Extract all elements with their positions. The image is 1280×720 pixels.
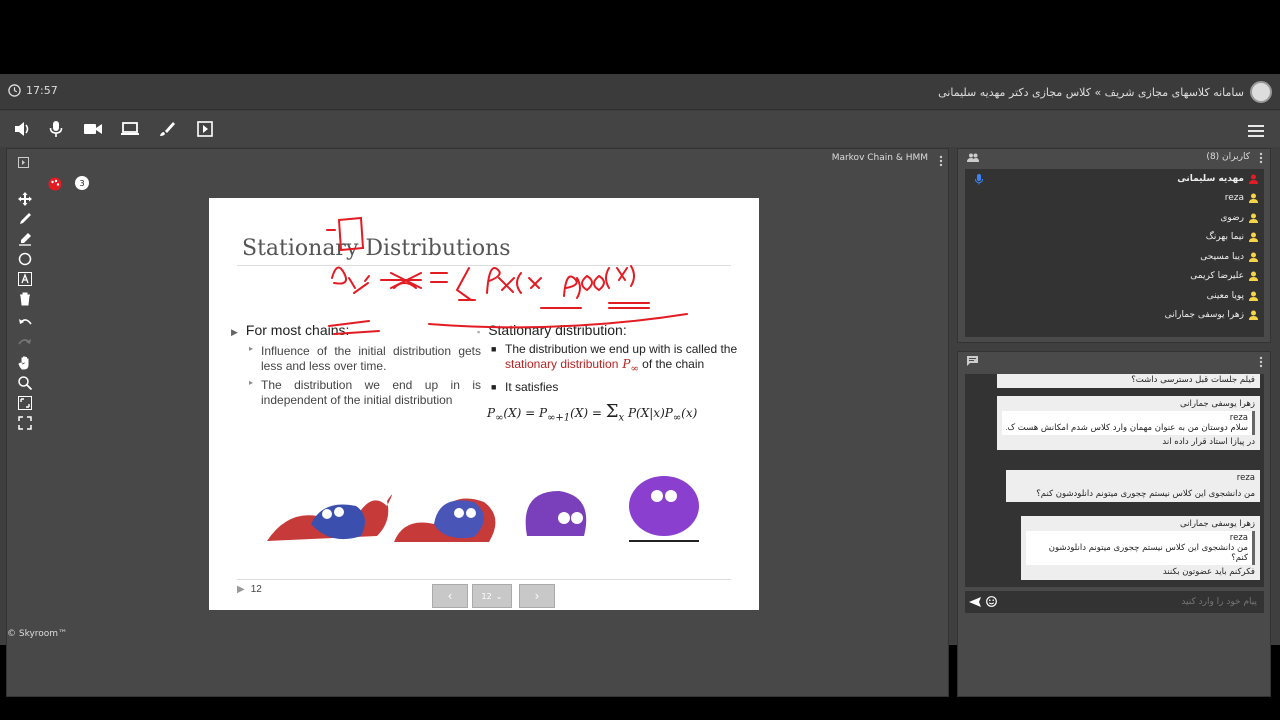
- chat-messages[interactable]: فیلم جلسات قبل دسترسی داشت؟ زهرا یوسفی ج…: [965, 374, 1264, 587]
- prev-slide-button[interactable]: ‹: [432, 584, 468, 608]
- main-toolbar: [0, 111, 1280, 147]
- breadcrumb[interactable]: سامانه کلاسهای مجازی شریف » کلاس مجازی د…: [938, 86, 1244, 99]
- drawing-tools: [15, 189, 35, 433]
- highlighter-icon[interactable]: [15, 229, 35, 249]
- slide-select[interactable]: 12 ⌄: [472, 584, 512, 608]
- chat-message: زهرا یوسفی جمارانی reza سلام دوستان من به…: [997, 396, 1260, 450]
- user-item[interactable]: reza: [965, 189, 1264, 209]
- text-tool-icon[interactable]: [15, 269, 35, 289]
- blob-illustration: [267, 476, 699, 542]
- right-bullets: ■ The distribution we end up with is call…: [477, 342, 752, 395]
- screen-share-icon[interactable]: [120, 119, 140, 139]
- user-icon: [1249, 271, 1258, 282]
- more-options-icon[interactable]: [1259, 356, 1263, 368]
- undo-icon[interactable]: [15, 313, 35, 333]
- user-icon: [1249, 232, 1258, 243]
- user-icon: [1249, 174, 1258, 184]
- left-bullet: ▸ The distribution we end up in is indepe…: [249, 378, 481, 407]
- emoji-icon[interactable]: [986, 596, 997, 607]
- user-icon: [1249, 252, 1258, 262]
- chat-panel-header: [958, 352, 1270, 372]
- user-item[interactable]: دیبا مسیحی: [965, 247, 1264, 267]
- user-item[interactable]: پویا معینی: [965, 286, 1264, 306]
- message-text: در پیازا استاد قرار داده اند: [1162, 437, 1255, 447]
- message-text: فکرکنم باید عضوتون بکنند: [1162, 567, 1255, 577]
- next-slide-button[interactable]: ›: [519, 584, 555, 608]
- footer-divider: [237, 579, 731, 580]
- fullscreen-icon[interactable]: [15, 413, 35, 433]
- presentation-icon[interactable]: [195, 119, 215, 139]
- slide-page-number: ▶ 12: [237, 584, 262, 595]
- user-icon: [1249, 213, 1258, 223]
- users-panel: کاربران (8) مهدیه سلیمانی reza رضوی نیما…: [957, 148, 1271, 343]
- user-icon: [1249, 310, 1258, 321]
- chevron-down-icon: ⌄: [495, 591, 503, 601]
- camera-icon[interactable]: [83, 119, 103, 139]
- stationary-equation: P∞(X) = P∞+1(X) = Σx P(X|x)P∞(x): [487, 401, 698, 424]
- stroke-size-badge[interactable]: 3: [75, 176, 89, 190]
- menu-icon[interactable]: [1246, 121, 1266, 141]
- circle-tool-icon[interactable]: [15, 249, 35, 269]
- right-bullet: ■ The distribution we end up with is call…: [491, 342, 738, 375]
- user-item[interactable]: زهرا یوسفی جمارانی: [965, 306, 1264, 326]
- more-options-icon[interactable]: [1259, 152, 1263, 164]
- chevron-left-icon: ‹: [447, 589, 453, 603]
- microphone-icon[interactable]: [46, 119, 66, 139]
- user-item[interactable]: علیرضا کریمی: [965, 267, 1264, 287]
- redo-icon: [15, 333, 35, 353]
- message-text: من دانشجوی این کلاس نیستم چجوری میتونم د…: [1036, 489, 1255, 499]
- chat-message: زهرا یوسفی جمارانی reza من دانشجوی این کل…: [1021, 516, 1260, 580]
- fit-screen-icon[interactable]: [15, 393, 35, 413]
- user-item[interactable]: نیما بهرنگ: [965, 228, 1264, 248]
- message-author: زهرا یوسفی جمارانی: [1180, 399, 1255, 409]
- panel-toggle-icon[interactable]: [18, 153, 29, 172]
- user-item[interactable]: رضوی: [965, 208, 1264, 228]
- more-options-icon[interactable]: [939, 152, 943, 171]
- chat-panel: فیلم جلسات قبل دسترسی داشت؟ زهرا یوسفی ج…: [957, 351, 1271, 697]
- chat-message: reza من دانشجوی این کلاس نیستم چجوری میت…: [1006, 470, 1260, 502]
- user-list: مهدیه سلیمانی reza رضوی نیما بهرنگ دیبا …: [965, 169, 1264, 337]
- send-icon[interactable]: [969, 597, 981, 607]
- users-panel-header: کاربران (8): [958, 149, 1270, 167]
- user-item[interactable]: مهدیه سلیمانی: [965, 169, 1264, 189]
- clock-time: 17:57: [26, 84, 58, 97]
- top-bar: 17:57 سامانه کلاسهای مجازی شریف » کلاس م…: [0, 74, 1280, 110]
- presentation-panel: Markov Chain & HMM 3 Stationary Distribu…: [6, 148, 949, 697]
- move-icon[interactable]: [15, 189, 35, 209]
- speaker-icon[interactable]: [12, 119, 32, 139]
- clock: 17:57: [8, 84, 58, 97]
- color-palette-icon[interactable]: [48, 176, 62, 195]
- chat-icon: [967, 356, 978, 366]
- active-mic-icon: [975, 174, 983, 185]
- user-icon: [1249, 291, 1258, 301]
- pen-icon[interactable]: [15, 209, 35, 229]
- message-author: زهرا یوسفی جمارانی: [1180, 519, 1255, 529]
- chat-message: فیلم جلسات قبل دسترسی داشت؟: [997, 374, 1260, 388]
- quoted-message: reza سلام دوستان من به عنوان مهمان وارد ک…: [1002, 411, 1255, 435]
- presentation-title: Markov Chain & HMM: [831, 153, 928, 163]
- hand-icon[interactable]: [15, 353, 35, 373]
- app-window: 17:57 سامانه کلاسهای مجازی شریف » کلاس م…: [0, 74, 1280, 697]
- message-author: reza: [1236, 473, 1255, 483]
- left-bullet: ▸ Influence of the initial distribution g…: [249, 344, 481, 373]
- users-icon: [967, 153, 979, 162]
- clock-icon: [8, 84, 21, 97]
- sharif-logo: [1250, 81, 1272, 103]
- chat-input[interactable]: [1005, 594, 1257, 610]
- chevron-right-icon: ›: [534, 589, 540, 603]
- left-bullets: ▸ Influence of the initial distribution g…: [231, 344, 481, 408]
- quoted-message: reza من دانشجوی این کلاس نیستم چجوری میتو…: [1026, 531, 1255, 565]
- zoom-icon[interactable]: [15, 373, 35, 393]
- trash-icon[interactable]: [15, 289, 35, 309]
- brush-icon[interactable]: [157, 119, 177, 139]
- footer-copyright: © Skyroom™: [7, 629, 68, 639]
- right-bullet: ■ It satisfies: [491, 380, 559, 395]
- users-title: کاربران (8): [1206, 152, 1250, 162]
- chat-input-bar: [965, 591, 1264, 613]
- user-icon: [1249, 193, 1258, 204]
- slide-canvas[interactable]: Stationary Distributions ▶ For most chain…: [209, 198, 759, 610]
- right-sidebar: کاربران (8) مهدیه سلیمانی reza رضوی نیما…: [957, 148, 1271, 697]
- pen-annotations: [326, 216, 688, 335]
